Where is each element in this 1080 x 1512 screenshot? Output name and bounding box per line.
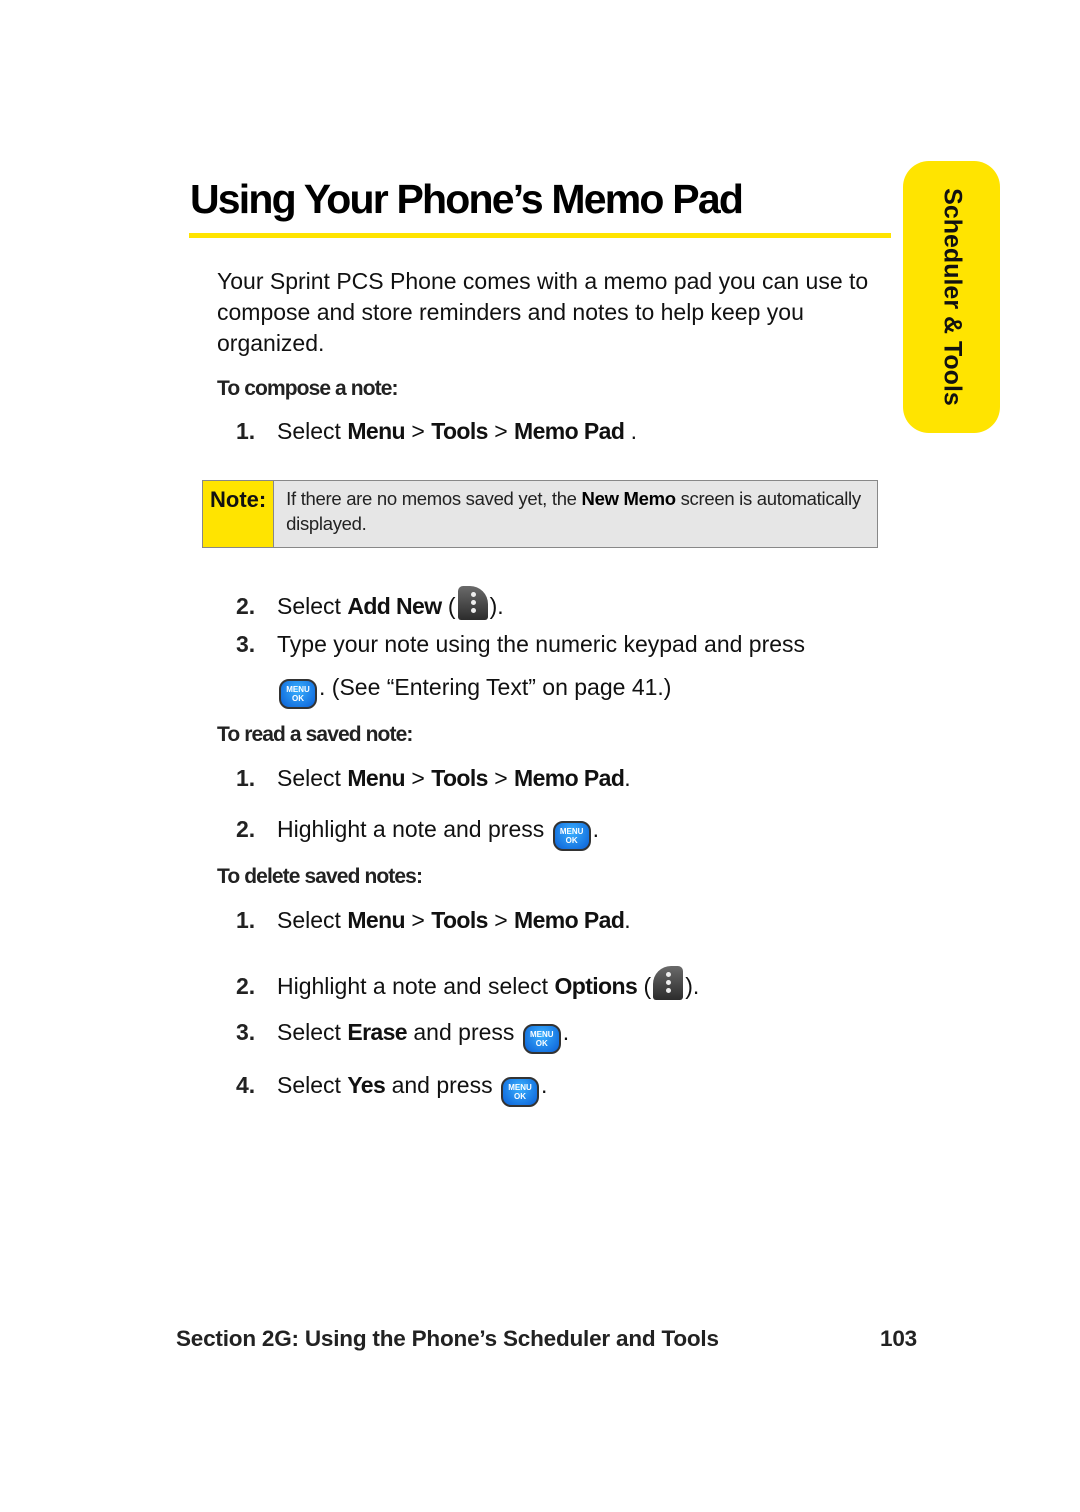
page-footer: Section 2G: Using the Phone’s Scheduler … <box>176 1326 917 1352</box>
compose-step-2: 2. Select Add New (). <box>236 586 504 620</box>
footer-section-title: Section 2G: Using the Phone’s Scheduler … <box>176 1326 719 1351</box>
page-title: Using Your Phone’s Memo Pad <box>190 176 744 222</box>
menu-ok-key-icon: MENU OK <box>279 679 317 709</box>
compose-step-1: 1. Select Menu > Tools > Memo Pad . <box>236 418 638 444</box>
delete-step-4: 4. Select Yes and press MENU OK. <box>236 1072 547 1107</box>
read-step-1: 1. Select Menu > Tools > Memo Pad. <box>236 765 631 791</box>
left-softkey-icon <box>457 586 488 620</box>
menu-ok-key-icon: MENU OK <box>522 1024 561 1054</box>
page-number: 103 <box>880 1326 917 1351</box>
compose-heading: To compose a note: <box>217 377 398 400</box>
delete-step-2: 2. Highlight a note and select Options ()… <box>236 966 699 1000</box>
read-step-2: 2. Highlight a note and press MENU OK. <box>236 816 599 851</box>
delete-heading: To delete saved notes: <box>217 865 423 888</box>
side-tab-label: Scheduler & Tools <box>938 188 966 406</box>
section-side-tab: Scheduler & Tools <box>903 161 1000 433</box>
intro-paragraph: Your Sprint PCS Phone comes with a memo … <box>217 268 869 356</box>
note-box: Note: If there are no memos saved yet, t… <box>202 480 878 548</box>
compose-step-3-cont: MENU OK. (See “Entering Text” on page 41.… <box>277 674 671 709</box>
delete-step-1: 1. Select Menu > Tools > Memo Pad. <box>236 907 631 933</box>
note-text: If there are no memos saved yet, the New… <box>286 488 861 534</box>
compose-step-3: 3. Type your note using the numeric keypa… <box>236 631 806 657</box>
right-softkey-icon <box>653 966 684 1000</box>
menu-ok-key-icon: MENU OK <box>552 821 591 851</box>
delete-step-3: 3. Select Erase and press MENU OK. <box>236 1019 569 1054</box>
menu-ok-key-icon: MENU OK <box>500 1077 539 1107</box>
note-label: Note: <box>203 481 275 547</box>
title-underline <box>189 233 891 238</box>
read-heading: To read a saved note: <box>217 723 413 746</box>
